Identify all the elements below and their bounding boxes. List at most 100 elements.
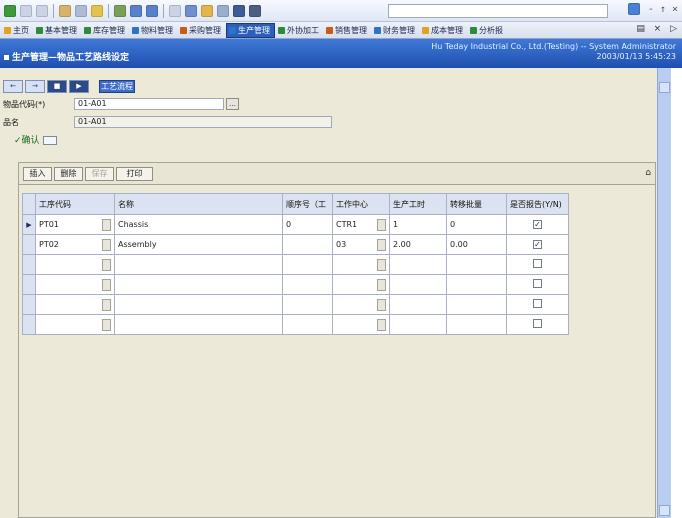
lock-icon[interactable] (249, 4, 261, 17)
back-icon[interactable] (130, 4, 142, 17)
play-button[interactable]: ▶ (69, 80, 89, 93)
item-lookup-button[interactable]: … (226, 98, 239, 110)
module-tab[interactable]: 采购管理 (178, 23, 225, 38)
cell-lookup-button[interactable] (377, 278, 386, 291)
report-checkbox[interactable] (533, 279, 542, 288)
table-row[interactable]: ▶ PT01 Chassis 0 CTR1 1 0 ✓ (22, 214, 569, 235)
address-field[interactable] (388, 4, 608, 18)
production-hours-cell[interactable] (389, 314, 447, 335)
cell-lookup-button[interactable] (102, 298, 111, 311)
row-selector[interactable] (22, 294, 36, 315)
sequence-cell[interactable]: 0 (282, 214, 333, 235)
report-checkbox[interactable] (533, 319, 542, 328)
column-header[interactable]: 工作中心 (332, 193, 390, 215)
prev-record-button[interactable]: ← (3, 80, 23, 93)
module-tab[interactable]: 物料管理 (130, 23, 177, 38)
module-tab[interactable]: 分析报 (468, 23, 507, 38)
module-controls[interactable]: ▤ × ▷ (636, 24, 680, 34)
user-icon[interactable] (233, 4, 245, 17)
vertical-scrollbar[interactable] (657, 68, 671, 518)
operation-code-cell[interactable] (35, 274, 115, 295)
new-icon[interactable] (20, 4, 32, 17)
cell-lookup-button[interactable] (377, 298, 386, 311)
table-row[interactable] (22, 274, 569, 295)
module-tab[interactable]: 基本管理 (34, 23, 81, 38)
sequence-cell[interactable] (282, 274, 333, 295)
work-center-cell[interactable] (332, 254, 390, 275)
operation-name-cell[interactable] (114, 314, 283, 335)
next-record-button[interactable]: → (25, 80, 45, 93)
transfer-batch-cell[interactable]: 0.00 (446, 234, 507, 255)
operation-code-cell[interactable] (35, 254, 115, 275)
sequence-cell[interactable] (282, 314, 333, 335)
window-control-glyphs[interactable]: - ↑ × (648, 4, 678, 15)
transfer-batch-cell[interactable] (446, 314, 507, 335)
cell-lookup-button[interactable] (102, 238, 111, 251)
open-icon[interactable] (36, 4, 48, 17)
module-tab[interactable]: 销售管理 (324, 23, 371, 38)
column-header[interactable]: 生产工时 (389, 193, 447, 215)
transfer-batch-cell[interactable] (446, 254, 507, 275)
cell-lookup-button[interactable] (102, 278, 111, 291)
cell-lookup-button[interactable] (102, 318, 111, 331)
module-tab[interactable]: 主页 (2, 23, 33, 38)
cell-lookup-button[interactable] (377, 238, 386, 251)
folder-icon[interactable] (59, 4, 71, 17)
production-hours-cell[interactable]: 2.00 (389, 234, 447, 255)
operation-code-cell[interactable]: PT02 (35, 234, 115, 255)
table-row[interactable]: PT02 Assembly 03 2.00 0.00 ✓ (22, 234, 569, 255)
operation-code-cell[interactable] (35, 294, 115, 315)
tile-icon[interactable] (185, 4, 197, 17)
confirm-button[interactable]: ✓确认 (14, 133, 57, 146)
transfer-batch-cell[interactable]: 0 (446, 214, 507, 235)
operation-code-cell[interactable]: PT01 (35, 214, 115, 235)
operation-name-cell[interactable] (114, 294, 283, 315)
print-button[interactable]: 打印 (116, 167, 153, 181)
table-row[interactable] (22, 254, 569, 275)
row-selector[interactable] (22, 254, 36, 275)
sequence-cell[interactable] (282, 234, 333, 255)
scroll-up-button[interactable] (659, 82, 670, 93)
module-tab[interactable]: 生产管理 (226, 22, 275, 38)
work-center-cell[interactable]: 03 (332, 234, 390, 255)
sequence-cell[interactable] (282, 294, 333, 315)
report-checkbox[interactable]: ✓ (533, 220, 542, 229)
calendar-icon[interactable] (217, 4, 229, 17)
row-selector[interactable] (22, 314, 36, 335)
tab-routing[interactable]: 工艺流程 (99, 80, 135, 93)
window-icon[interactable] (169, 4, 181, 17)
row-selector[interactable]: ▶ (22, 214, 36, 235)
table-row[interactable] (22, 294, 569, 315)
star-icon[interactable] (91, 4, 103, 17)
column-header[interactable]: 顺序号（工 (282, 193, 333, 215)
module-tab[interactable]: 成本管理 (420, 23, 467, 38)
table-row[interactable] (22, 314, 569, 335)
operation-name-cell[interactable] (114, 254, 283, 275)
work-center-cell[interactable] (332, 314, 390, 335)
scroll-down-button[interactable] (659, 505, 670, 516)
cell-lookup-button[interactable] (377, 218, 386, 231)
work-center-cell[interactable] (332, 294, 390, 315)
report-checkbox[interactable] (533, 299, 542, 308)
notes-icon[interactable] (201, 4, 213, 17)
column-header[interactable]: 是否报告(Y/N) (506, 193, 569, 215)
insert-button[interactable]: 插入 (23, 167, 52, 181)
production-hours-cell[interactable] (389, 294, 447, 315)
cell-lookup-button[interactable] (102, 218, 111, 231)
save-button[interactable]: 保存 (85, 167, 114, 181)
print-icon[interactable] (75, 4, 87, 17)
help-icon[interactable] (627, 3, 640, 15)
work-center-cell[interactable]: CTR1 (332, 214, 390, 235)
production-hours-cell[interactable] (389, 274, 447, 295)
refresh-icon[interactable] (114, 4, 126, 17)
cell-lookup-button[interactable] (377, 258, 386, 271)
column-header[interactable]: 转移批量 (446, 193, 507, 215)
transfer-batch-cell[interactable] (446, 294, 507, 315)
cell-lookup-button[interactable] (377, 318, 386, 331)
operation-name-cell[interactable]: Chassis (114, 214, 283, 235)
stop-button[interactable]: ■ (47, 80, 67, 93)
forward-icon[interactable] (146, 4, 158, 17)
app-icon[interactable] (4, 4, 16, 17)
module-tab[interactable]: 外协加工 (276, 23, 323, 38)
row-selector[interactable] (22, 274, 36, 295)
